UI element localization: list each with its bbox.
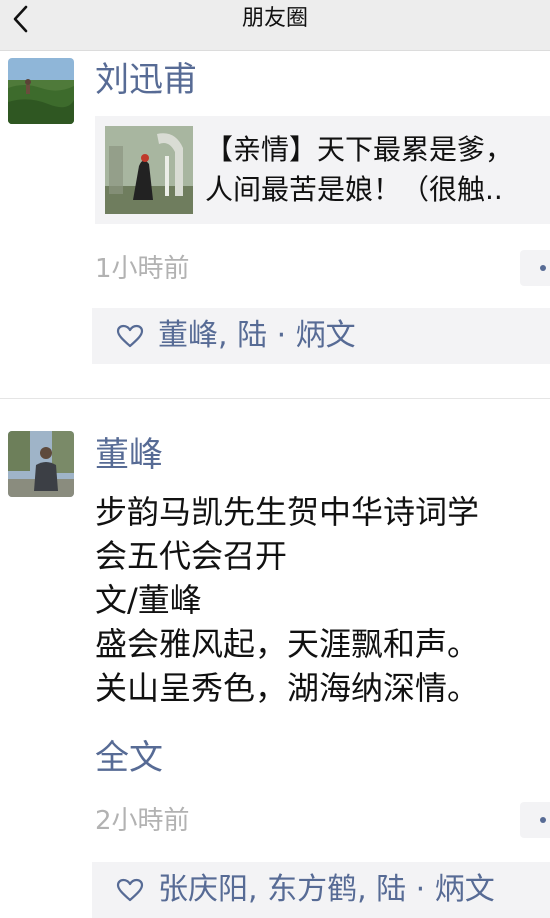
divider xyxy=(0,398,550,399)
article-title-line: 人间最苦是娘！（很触.. xyxy=(205,173,503,206)
avatar[interactable] xyxy=(8,431,74,497)
shared-article-card[interactable]: 【亲情】天下最累是爹， 人间最苦是娘！（很触.. xyxy=(95,116,550,224)
article-title: 【亲情】天下最累是爹， 人间最苦是娘！（很触.. xyxy=(205,130,550,212)
author-name[interactable]: 刘迅甫 xyxy=(95,60,197,100)
heart-icon xyxy=(116,878,144,902)
post-text-line: 会五代会召开 xyxy=(95,537,288,575)
likes-names[interactable]: 张庆阳, 东方鹤, 陆 · 炳文 xyxy=(158,870,495,910)
more-icon xyxy=(540,265,546,271)
avatar[interactable] xyxy=(8,58,74,124)
more-icon xyxy=(540,817,546,823)
more-button[interactable] xyxy=(520,802,550,838)
post-time: 1小時前 xyxy=(95,254,190,284)
heart-icon xyxy=(116,324,144,348)
article-title-line: 【亲情】天下最累是爹， xyxy=(205,133,514,166)
more-button[interactable] xyxy=(520,250,550,286)
post-time: 2小時前 xyxy=(95,806,190,836)
page-title: 朋友圈 xyxy=(241,6,308,31)
post-text-line: 盛会雅风起，天涯飘和声。 xyxy=(95,625,480,663)
likes-names[interactable]: 董峰, 陆 · 炳文 xyxy=(158,316,356,356)
full-text-link[interactable]: 全文 xyxy=(95,736,163,780)
article-thumbnail xyxy=(105,126,193,214)
likes-section: 张庆阳, 东方鹤, 陆 · 炳文 xyxy=(92,862,550,918)
post-text: 步韵马凯先生贺中华诗词学 会五代会召开 文/董峰 盛会雅风起，天涯飘和声。 关山… xyxy=(95,490,479,710)
author-name[interactable]: 董峰 xyxy=(95,435,163,475)
post-text-line: 文/董峰 xyxy=(95,581,202,619)
post-text-line: 关山呈秀色，湖海纳深情。 xyxy=(95,669,480,707)
likes-section: 董峰, 陆 · 炳文 xyxy=(92,308,550,364)
post-text-line: 步韵马凯先生贺中华诗词学 xyxy=(95,493,480,531)
navbar: 朋友圈 xyxy=(0,0,550,51)
